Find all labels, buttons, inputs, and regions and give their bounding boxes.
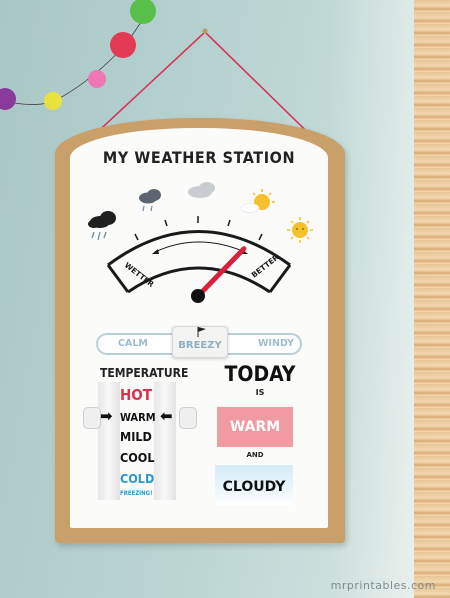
watermark: mrprintables.com (330, 579, 436, 592)
poster-title: MY WEATHER STATION (102, 148, 296, 167)
gauge-right-label: BETTER (250, 253, 281, 280)
storm-cloud-icon (88, 211, 116, 241)
temperature-heading: TEMPERATURE (100, 366, 189, 380)
today-temperature-card: WARM (217, 407, 293, 447)
wind-label-windy: WINDY (258, 338, 295, 349)
temp-level-cold: COLD (120, 471, 155, 486)
sun-cloud-icon (240, 189, 275, 213)
temp-level-freezing: FREEZING! (120, 490, 153, 497)
temperature-clip-right[interactable] (179, 407, 197, 429)
grey-cloud-icon (188, 182, 215, 198)
gauge-pivot (191, 289, 205, 303)
today-sky-card: CLOUDY (215, 465, 293, 505)
sun-icon (287, 217, 313, 243)
wind-selected-label: BREEZY (178, 340, 222, 351)
temp-level-cool: COOL (120, 450, 155, 465)
flag-icon (197, 327, 206, 337)
rain-cloud-icon (139, 189, 161, 212)
wind-label-calm: CALM (118, 338, 148, 349)
temp-level-hot: HOT (120, 386, 152, 404)
left-arrow-icon: ⬅ (160, 407, 173, 425)
today-is-word: IS (255, 388, 265, 397)
right-arrow-icon: ➡ (100, 407, 113, 425)
today-heading: TODAY (224, 362, 296, 386)
temperature-clip-left[interactable] (83, 407, 101, 429)
gauge-needle[interactable] (195, 246, 247, 299)
weather-gauge: WETTER BETTER (88, 182, 313, 303)
temperature-strip-left (98, 382, 120, 500)
today-and-word: AND (246, 451, 264, 459)
temp-level-mild: MILD (120, 429, 152, 444)
